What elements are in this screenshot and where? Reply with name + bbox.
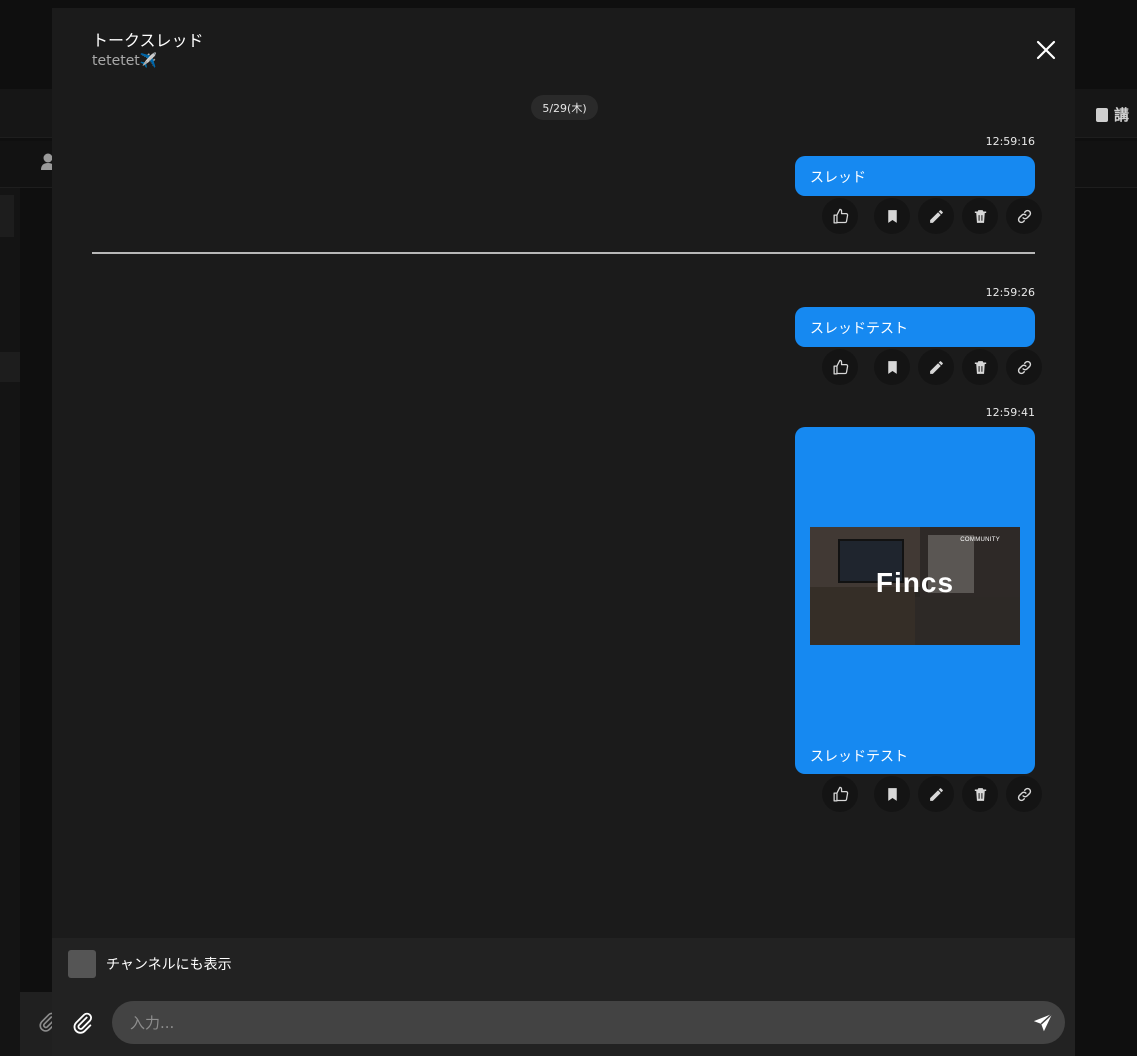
close-icon — [1036, 40, 1056, 60]
delete-button[interactable] — [962, 198, 998, 234]
message-bubble[interactable]: スレッドテスト — [795, 307, 1035, 347]
document-icon — [1096, 107, 1108, 122]
thread-channel-name: tetetet✈️ — [92, 53, 158, 69]
message-text: スレッドテスト — [810, 749, 908, 765]
message-actions — [822, 198, 1042, 234]
bookmark-icon — [887, 209, 897, 223]
delete-button[interactable] — [962, 776, 998, 812]
message-bubble[interactable]: スレッド — [795, 156, 1035, 196]
background-sidebar-item — [0, 352, 20, 382]
link-icon — [1017, 360, 1031, 374]
also-send-to-channel-label: チャンネルにも表示 — [106, 957, 232, 973]
link-button[interactable] — [1006, 349, 1042, 385]
message-image[interactable]: COMMUNITY Fincs — [810, 527, 1020, 645]
message-bubble[interactable]: COMMUNITY Fincs スレッドテスト — [795, 427, 1035, 774]
bookmark-button[interactable] — [874, 349, 910, 385]
like-button[interactable] — [822, 198, 858, 234]
link-button[interactable] — [1006, 776, 1042, 812]
image-caption-text: COMMUNITY — [960, 537, 1000, 543]
bookmark-icon — [887, 787, 897, 801]
background-tab-label: 講 — [1096, 104, 1129, 125]
link-button[interactable] — [1006, 198, 1042, 234]
edit-icon — [929, 209, 943, 223]
background-sidebar — [0, 188, 20, 1056]
attach-file-button[interactable] — [72, 1012, 94, 1034]
thread-modal: トークスレッド tetetet✈️ 5/29(木) 12:59:16 スレッド … — [52, 8, 1075, 1056]
message-actions — [822, 349, 1042, 385]
edit-button[interactable] — [918, 776, 954, 812]
bookmark-button[interactable] — [874, 776, 910, 812]
thread-title: トークスレッド — [92, 31, 204, 50]
message-actions — [822, 776, 1042, 812]
link-icon — [1017, 787, 1031, 801]
message-timestamp: 12:59:26 — [985, 286, 1035, 299]
edit-icon — [929, 360, 943, 374]
like-button[interactable] — [822, 776, 858, 812]
like-icon — [832, 786, 848, 802]
like-icon — [832, 208, 848, 224]
delete-button[interactable] — [962, 349, 998, 385]
date-separator: 5/29(木) — [531, 95, 598, 120]
message-text: スレッドテスト — [810, 321, 908, 337]
like-icon — [832, 359, 848, 375]
edit-icon — [929, 787, 943, 801]
message-text: スレッド — [810, 170, 866, 186]
send-button[interactable] — [1032, 1012, 1054, 1034]
also-send-to-channel-checkbox[interactable] — [68, 950, 96, 978]
paperclip-icon — [73, 1012, 92, 1034]
background-sidebar-item — [0, 195, 14, 237]
delete-icon — [974, 787, 986, 801]
bookmark-button[interactable] — [874, 198, 910, 234]
edit-button[interactable] — [918, 198, 954, 234]
delete-icon — [974, 209, 986, 223]
fincs-logo: Fincs — [875, 567, 955, 598]
thread-divider — [92, 252, 1035, 254]
send-icon — [1033, 1013, 1053, 1032]
bookmark-icon — [887, 360, 897, 374]
like-button[interactable] — [822, 349, 858, 385]
close-button[interactable] — [1034, 38, 1058, 62]
thread-composer: チャンネルにも表示 — [52, 938, 1075, 1056]
message-timestamp: 12:59:16 — [985, 135, 1035, 148]
link-icon — [1017, 209, 1031, 223]
edit-button[interactable] — [918, 349, 954, 385]
delete-icon — [974, 360, 986, 374]
message-input[interactable] — [112, 1001, 1065, 1044]
message-timestamp: 12:59:41 — [985, 406, 1035, 419]
